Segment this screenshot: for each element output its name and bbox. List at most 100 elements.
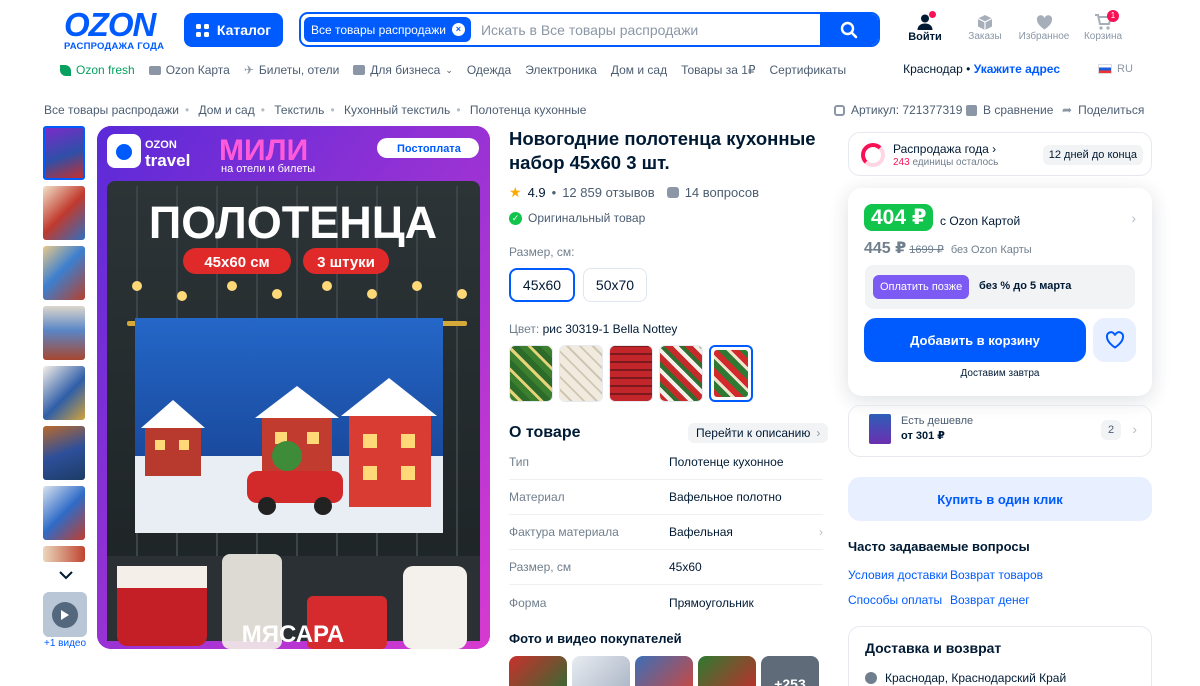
- faq-link-payment[interactable]: Способы оплаты: [848, 593, 942, 607]
- pay-later-note: без % до 5 марта: [979, 280, 1072, 292]
- thumbnail[interactable]: [43, 426, 85, 480]
- cart-button[interactable]: 1 Корзина: [1073, 10, 1133, 42]
- color-value: рис 30319-1 Bella Nottey: [542, 322, 678, 336]
- nav-one-ruble[interactable]: Товары за 1₽: [681, 63, 755, 77]
- thumbnail[interactable]: [43, 486, 85, 540]
- heart-icon: [1036, 14, 1052, 29]
- color-swatch[interactable]: [559, 345, 603, 402]
- color-label: Цвет: рис 30319-1 Bella Nottey: [509, 322, 678, 336]
- customer-photo[interactable]: [509, 656, 567, 686]
- lang-label: RU: [1117, 63, 1133, 75]
- close-icon[interactable]: ×: [451, 23, 465, 36]
- thumbnails-down-button[interactable]: [55, 567, 77, 583]
- chevron-down-icon: [59, 571, 73, 580]
- region-selector[interactable]: Краснодар • Укажите адрес: [903, 62, 1060, 76]
- language-selector[interactable]: RU: [1098, 63, 1133, 75]
- favorites-button[interactable]: Избранное: [1014, 13, 1074, 42]
- color-swatch[interactable]: [609, 345, 653, 402]
- address-link[interactable]: Укажите адрес: [974, 62, 1060, 76]
- property-row[interactable]: Фактура материала Вафельная ›: [509, 515, 823, 550]
- thumbnail[interactable]: [43, 246, 85, 300]
- delivery-title: Доставка и возврат: [865, 640, 1002, 656]
- search-scope-chip[interactable]: Все товары распродажи ×: [304, 17, 471, 42]
- search-icon: [840, 21, 858, 38]
- breadcrumb-item[interactable]: Все товары распродажи: [44, 103, 179, 117]
- thumbnail-list: [43, 126, 87, 568]
- search-input[interactable]: [470, 21, 820, 38]
- thumbnail[interactable]: [43, 366, 85, 420]
- size-option-50x70[interactable]: 50x70: [583, 268, 647, 302]
- login-button[interactable]: Войти: [895, 11, 955, 43]
- property-row: Форма Прямоугольник: [509, 595, 754, 610]
- thumbnail[interactable]: [43, 126, 85, 180]
- search-button[interactable]: [820, 14, 878, 45]
- thumbnail[interactable]: [43, 546, 85, 562]
- compare-button[interactable]: В сравнение: [966, 103, 1053, 117]
- article-number[interactable]: Артикул: 721377319: [834, 103, 962, 117]
- delivery-note: Доставим завтра: [960, 368, 1040, 379]
- rating-row[interactable]: ★ 4.9 • 12 859 отзывов 14 вопросов: [509, 184, 759, 201]
- video-thumbnail[interactable]: [43, 592, 87, 637]
- go-to-description-button[interactable]: Перейти к описанию ›: [688, 423, 829, 443]
- orders-button[interactable]: Заказы: [955, 13, 1015, 42]
- nav-ozon-card[interactable]: Ozon Карта: [148, 63, 230, 77]
- catalog-button[interactable]: Каталог: [184, 13, 283, 47]
- breadcrumb-item[interactable]: Дом и сад: [198, 103, 254, 117]
- original-label: Оригинальный товар: [528, 211, 646, 225]
- thumbnail[interactable]: [43, 306, 85, 360]
- about-title: О товаре: [509, 424, 581, 441]
- color-swatch-selected[interactable]: [709, 345, 753, 402]
- cheaper-offers[interactable]: Есть дешевле от 301 ₽ 2 ›: [848, 405, 1152, 457]
- leaf-icon: [60, 64, 71, 76]
- breadcrumb-item[interactable]: Полотенца кухонные: [470, 103, 587, 117]
- faq-link-returns[interactable]: Возврат товаров: [950, 568, 1043, 582]
- size-option-45x60[interactable]: 45x60: [509, 268, 575, 302]
- breadcrumb-item[interactable]: Текстиль: [274, 103, 324, 117]
- nav-electronics[interactable]: Электроника: [525, 63, 597, 77]
- pay-later-button[interactable]: Оплатить позже: [873, 275, 970, 299]
- nav-home-garden[interactable]: Дом и сад: [611, 63, 667, 77]
- grid-icon: [195, 23, 209, 37]
- customer-photo[interactable]: [572, 656, 630, 686]
- plane-icon: ✈: [243, 63, 254, 77]
- buy-one-click-button[interactable]: Купить в один клик: [848, 477, 1152, 521]
- thumbnail[interactable]: [43, 186, 85, 240]
- add-to-cart-button[interactable]: Добавить в корзину: [864, 318, 1086, 362]
- hero-tag-size: 45х60 см: [204, 254, 269, 271]
- faq-link-refund[interactable]: Возврат денег: [950, 593, 1030, 607]
- customer-photos-title: Фото и видео покупателей: [509, 631, 682, 646]
- nav-tickets[interactable]: ✈ Билеты, отели: [244, 63, 339, 77]
- chevron-right-icon: ›: [819, 525, 823, 539]
- nav-business[interactable]: Для бизнеса ⌄: [353, 63, 453, 77]
- delivery-address[interactable]: Краснодар, Краснодарский Край: [865, 671, 1066, 685]
- more-photos-button[interactable]: +253: [761, 656, 819, 686]
- nav-ozon-fresh[interactable]: Ozon fresh: [60, 63, 135, 77]
- questions-link[interactable]: 14 вопросов: [685, 185, 759, 200]
- share-button[interactable]: ➦ Поделиться: [1062, 103, 1144, 117]
- notification-dot: [929, 11, 936, 18]
- sale-banner[interactable]: Распродажа года › 243 единицы осталось 1…: [848, 132, 1152, 176]
- offer-thumbnail: [869, 414, 891, 444]
- hero-headline: ПОЛОТЕНЦА: [149, 197, 437, 248]
- nav-clothing[interactable]: Одежда: [467, 63, 511, 77]
- check-icon: ✓: [509, 211, 522, 225]
- copy-icon: [834, 104, 845, 116]
- faq-link-delivery[interactable]: Условия доставки: [848, 568, 948, 582]
- product-main-image[interactable]: OZON travel МИЛИ на отели и билеты Посто…: [97, 126, 490, 649]
- customer-photo[interactable]: [635, 656, 693, 686]
- reviews-link[interactable]: 12 859 отзывов: [562, 185, 654, 200]
- box-icon: [977, 14, 993, 30]
- favorites-label: Избранное: [1018, 31, 1070, 42]
- color-swatch[interactable]: [659, 345, 703, 402]
- breadcrumb-item[interactable]: Кухонный текстиль: [344, 103, 450, 117]
- color-swatch[interactable]: [509, 345, 553, 402]
- ozon-logo[interactable]: OZON РАСПРОДАЖА ГОДА: [64, 8, 172, 52]
- video-count-label[interactable]: +1 видео: [44, 638, 86, 649]
- regular-price-note: без Ozon Карты: [950, 244, 1032, 256]
- flag-icon: [1098, 64, 1112, 74]
- customer-photo[interactable]: [698, 656, 756, 686]
- chevron-right-icon[interactable]: ›: [1131, 210, 1136, 226]
- nav-certificates[interactable]: Сертификаты: [770, 63, 847, 77]
- catalog-label: Каталог: [216, 22, 272, 38]
- favorite-button[interactable]: [1093, 318, 1136, 362]
